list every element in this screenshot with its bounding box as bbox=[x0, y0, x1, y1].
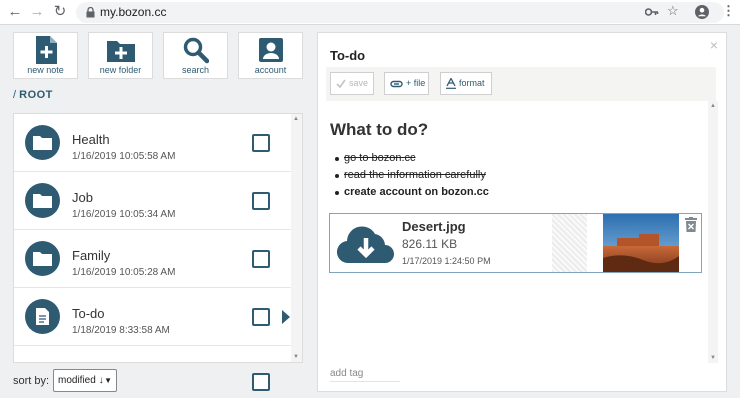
note-panel: To-do × save + file format What to do? g… bbox=[317, 32, 727, 392]
attachment-name: Desert.jpg bbox=[402, 219, 466, 234]
format-label: format bbox=[459, 78, 485, 88]
sort-label: sort by: bbox=[13, 375, 50, 387]
item-date: 1/18/2019 8:33:58 AM bbox=[72, 325, 170, 336]
menu-icon[interactable]: ⋮ bbox=[722, 3, 735, 19]
selected-arrow-icon bbox=[282, 310, 290, 324]
lock-icon bbox=[86, 7, 95, 18]
item-checkbox[interactable] bbox=[252, 134, 270, 152]
breadcrumb-separator: / bbox=[13, 89, 17, 101]
list-scrollbar[interactable]: ▲ ▼ bbox=[291, 114, 302, 362]
search-button[interactable]: search bbox=[163, 32, 228, 79]
task-item: create account on bozon.cc bbox=[335, 186, 489, 198]
item-checkbox[interactable] bbox=[252, 250, 270, 268]
scroll-up-icon[interactable]: ▲ bbox=[710, 103, 716, 109]
check-icon bbox=[336, 79, 346, 89]
list-item[interactable]: Job 1/16/2019 10:05:34 AM bbox=[14, 172, 292, 230]
breadcrumb: / ROOT bbox=[13, 89, 53, 101]
attachment-size: 826.11 KB bbox=[402, 237, 458, 251]
breadcrumb-root[interactable]: ROOT bbox=[19, 89, 53, 101]
close-icon[interactable]: × bbox=[710, 37, 718, 53]
chevron-down-icon: ▼ bbox=[104, 376, 112, 385]
item-name: To-do bbox=[72, 306, 105, 321]
note-heading: What to do? bbox=[330, 120, 429, 139]
browser-toolbar: ← → ↻ my.bozon.cc ☆ ⋮ bbox=[0, 0, 740, 25]
account-button[interactable]: account bbox=[238, 32, 303, 79]
trash-icon[interactable] bbox=[685, 217, 697, 232]
note-content[interactable]: What to do? go to bozon.cc read the info… bbox=[326, 101, 715, 361]
task-item: go to bozon.cc bbox=[335, 152, 416, 164]
text-format-icon bbox=[446, 78, 456, 90]
account-icon bbox=[258, 38, 283, 62]
new-folder-icon bbox=[106, 41, 135, 62]
editor-toolbar: save + file format bbox=[326, 67, 716, 101]
scroll-down-icon[interactable]: ▼ bbox=[293, 354, 299, 360]
select-all-checkbox[interactable] bbox=[252, 373, 270, 391]
add-file-label: + file bbox=[406, 78, 426, 88]
forward-icon[interactable]: → bbox=[28, 3, 46, 21]
item-name: Job bbox=[72, 190, 93, 205]
url-text: my.bozon.cc bbox=[100, 5, 167, 19]
add-tag-input[interactable]: add tag bbox=[330, 368, 363, 379]
new-note-label: new note bbox=[27, 65, 64, 75]
new-note-icon bbox=[35, 36, 57, 64]
item-date: 1/16/2019 10:05:34 AM bbox=[72, 209, 176, 220]
folder-icon bbox=[25, 241, 60, 276]
scroll-down-icon[interactable]: ▼ bbox=[710, 355, 716, 361]
save-label: save bbox=[349, 78, 369, 88]
add-file-button[interactable]: + file bbox=[384, 72, 429, 95]
note-icon bbox=[25, 299, 60, 334]
list-item[interactable]: To-do 1/18/2019 8:33:58 AM bbox=[14, 288, 292, 346]
back-icon[interactable]: ← bbox=[6, 3, 24, 21]
folder-icon bbox=[25, 125, 60, 160]
search-icon bbox=[183, 37, 209, 64]
new-folder-label: new folder bbox=[99, 65, 142, 75]
attachment-date: 1/17/2019 1:24:50 PM bbox=[402, 256, 491, 266]
item-checkbox[interactable] bbox=[252, 192, 270, 210]
item-name: Family bbox=[72, 248, 111, 263]
address-bar[interactable]: my.bozon.cc bbox=[76, 2, 724, 23]
star-icon[interactable]: ☆ bbox=[667, 3, 679, 19]
list-item[interactable]: Family 1/16/2019 10:05:28 AM bbox=[14, 230, 292, 288]
content-scrollbar[interactable]: ▲ ▼ bbox=[708, 101, 718, 363]
scroll-up-icon[interactable]: ▲ bbox=[293, 116, 299, 122]
note-title: To-do bbox=[330, 48, 366, 63]
cloud-download-icon bbox=[337, 226, 394, 264]
item-name: Health bbox=[72, 132, 110, 147]
attachment-card[interactable]: Desert.jpg 826.11 KB 1/17/2019 1:24:50 P… bbox=[329, 213, 702, 273]
task-item: read the information carefully bbox=[335, 169, 486, 181]
sort-select[interactable]: modified ↓ ▼ bbox=[53, 369, 117, 392]
new-folder-button[interactable]: new folder bbox=[88, 32, 153, 79]
preview-placeholder bbox=[552, 214, 587, 272]
file-list: Health 1/16/2019 10:05:58 AM Job 1/16/20… bbox=[13, 113, 303, 363]
reload-icon[interactable]: ↻ bbox=[51, 3, 69, 21]
new-note-button[interactable]: new note bbox=[13, 32, 78, 79]
attachment-thumbnail[interactable] bbox=[603, 214, 679, 272]
item-date: 1/16/2019 10:05:58 AM bbox=[72, 151, 176, 162]
save-button[interactable]: save bbox=[330, 72, 374, 95]
search-label: search bbox=[181, 65, 209, 75]
account-circle-icon[interactable] bbox=[695, 5, 709, 19]
sort-value: modified ↓ bbox=[58, 375, 104, 386]
item-checkbox[interactable] bbox=[252, 308, 270, 326]
list-item[interactable]: Health 1/16/2019 10:05:58 AM bbox=[14, 114, 292, 172]
account-label: account bbox=[254, 65, 287, 75]
item-date: 1/16/2019 10:05:28 AM bbox=[72, 267, 176, 278]
format-button[interactable]: format bbox=[440, 72, 492, 95]
paperclip-icon bbox=[390, 80, 403, 87]
key-icon[interactable] bbox=[645, 7, 659, 17]
folder-icon bbox=[25, 183, 60, 218]
add-tag-underline bbox=[330, 381, 400, 382]
